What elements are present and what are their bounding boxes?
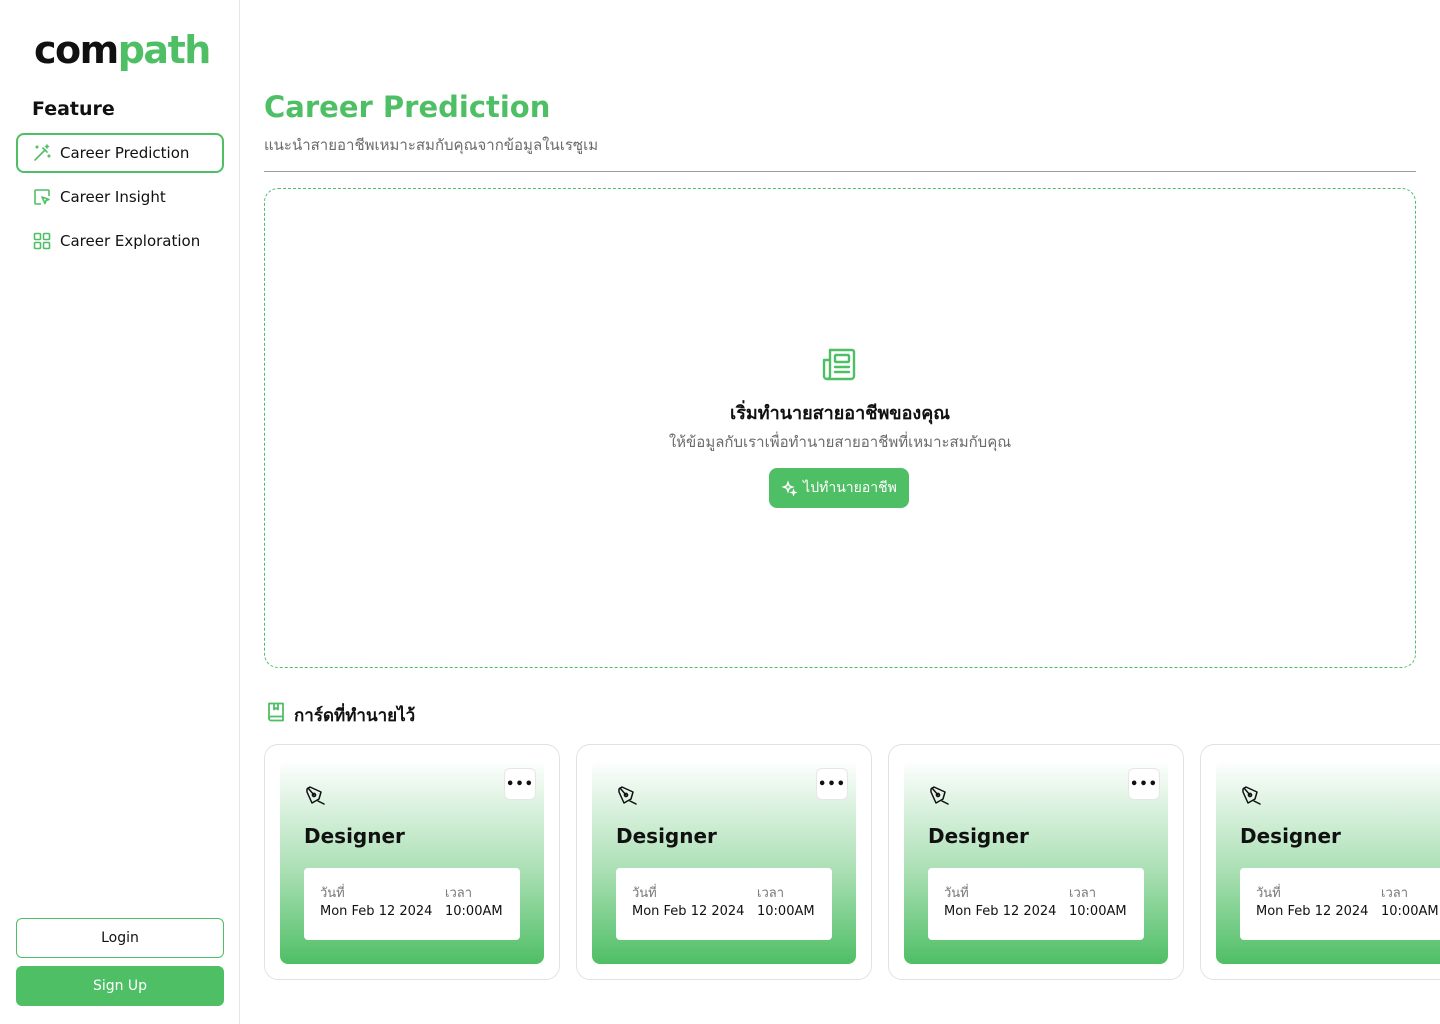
- sidebar-item-career-insight[interactable]: Career Insight: [16, 177, 224, 217]
- card-more-button[interactable]: •••: [816, 768, 848, 800]
- signup-button[interactable]: Sign Up: [16, 966, 224, 1006]
- card-role: Designer: [304, 824, 405, 848]
- card-more-button[interactable]: •••: [504, 768, 536, 800]
- sidebar: compath Feature Career Prediction Career…: [0, 0, 240, 1024]
- magic-wand-icon: [32, 143, 52, 163]
- time-value: 10:00AM: [757, 904, 815, 919]
- card-meta: วันที่ เวลา Mon Feb 12 2024 10:00AM: [1240, 868, 1440, 940]
- prediction-card-body: ••• Designer วันที่ เวลา Mon Feb 12 2024…: [592, 760, 856, 964]
- card-role: Designer: [928, 824, 1029, 848]
- pen-tool-icon: [1240, 784, 1264, 808]
- card-clip: ••• Designer วันที่ เวลา Mon Feb 12 2024…: [1200, 744, 1440, 984]
- go-predict-label: ไปทำนายอาชีพ: [803, 480, 897, 496]
- card-meta: วันที่ เวลา Mon Feb 12 2024 10:00AM: [928, 868, 1144, 940]
- time-label: เวลา: [1069, 886, 1097, 901]
- go-predict-button[interactable]: ไปทำนายอาชีพ: [769, 468, 909, 508]
- prediction-card-body: ••• Designer วันที่ เวลา Mon Feb 12 2024…: [1216, 760, 1440, 964]
- logo-part-1: com: [34, 28, 119, 72]
- time-label: เวลา: [445, 886, 473, 901]
- page-title: Career Prediction: [264, 90, 551, 124]
- prediction-card[interactable]: ••• Designer วันที่ เวลา Mon Feb 12 2024…: [888, 744, 1184, 980]
- date-label: วันที่: [944, 886, 969, 901]
- divider: [264, 171, 1416, 172]
- date-value: Mon Feb 12 2024: [944, 904, 1057, 919]
- date-label: วันที่: [320, 886, 345, 901]
- prediction-card-body: ••• Designer วันที่ เวลา Mon Feb 12 2024…: [280, 760, 544, 964]
- card-meta: วันที่ เวลา Mon Feb 12 2024 10:00AM: [304, 868, 520, 940]
- date-value: Mon Feb 12 2024: [1256, 904, 1369, 919]
- date-value: Mon Feb 12 2024: [632, 904, 745, 919]
- prediction-empty-state: [264, 188, 1416, 668]
- sparkle-icon: [781, 480, 798, 496]
- card-role: Designer: [1240, 824, 1341, 848]
- card-more-button[interactable]: •••: [1128, 768, 1160, 800]
- pen-tool-icon: [304, 784, 328, 808]
- date-label: วันที่: [1256, 886, 1281, 901]
- page-subtitle: แนะนำสายอาชีพเหมาะสมกับคุณจากข้อมูลในเรซ…: [264, 136, 599, 154]
- sidebar-item-career-exploration[interactable]: Career Exploration: [16, 221, 224, 261]
- empty-state-subtitle: ให้ข้อมูลกับเราเพื่อทำนายสายอาชีพที่เหมา…: [668, 433, 1012, 451]
- time-label: เวลา: [757, 886, 785, 901]
- prediction-card[interactable]: ••• Designer วันที่ เวลา Mon Feb 12 2024…: [576, 744, 872, 980]
- saved-cards-title: การ์ดที่ทำนายไว้: [294, 706, 416, 726]
- grid-icon: [32, 231, 52, 251]
- prediction-card[interactable]: ••• Designer วันที่ เวลา Mon Feb 12 2024…: [1200, 744, 1440, 980]
- cursor-square-icon: [32, 187, 52, 207]
- date-label: วันที่: [632, 886, 657, 901]
- date-value: Mon Feb 12 2024: [320, 904, 433, 919]
- time-value: 10:00AM: [445, 904, 503, 919]
- bookmark-book-icon: [266, 701, 286, 723]
- prediction-card[interactable]: ••• Designer วันที่ เวลา Mon Feb 12 2024…: [264, 744, 560, 980]
- newspaper-icon: [821, 346, 857, 382]
- empty-state-title: เริ่มทำนายสายอาชีพของคุณ: [730, 403, 950, 424]
- sidebar-item-label: Career Insight: [60, 188, 166, 206]
- prediction-card-body: ••• Designer วันที่ เวลา Mon Feb 12 2024…: [904, 760, 1168, 964]
- logo-part-2: path: [117, 28, 212, 72]
- sidebar-item-career-prediction[interactable]: Career Prediction: [16, 133, 224, 173]
- sidebar-item-label: Career Prediction: [60, 144, 190, 162]
- pen-tool-icon: [928, 784, 952, 808]
- card-role: Designer: [616, 824, 717, 848]
- time-value: 10:00AM: [1069, 904, 1127, 919]
- logo[interactable]: compath: [34, 26, 212, 74]
- pen-tool-icon: [616, 784, 640, 808]
- login-button[interactable]: Login: [16, 918, 224, 958]
- time-value: 10:00AM: [1381, 904, 1439, 919]
- feature-heading: Feature: [32, 98, 115, 120]
- sidebar-item-label: Career Exploration: [60, 232, 201, 250]
- time-label: เวลา: [1381, 886, 1409, 901]
- card-meta: วันที่ เวลา Mon Feb 12 2024 10:00AM: [616, 868, 832, 940]
